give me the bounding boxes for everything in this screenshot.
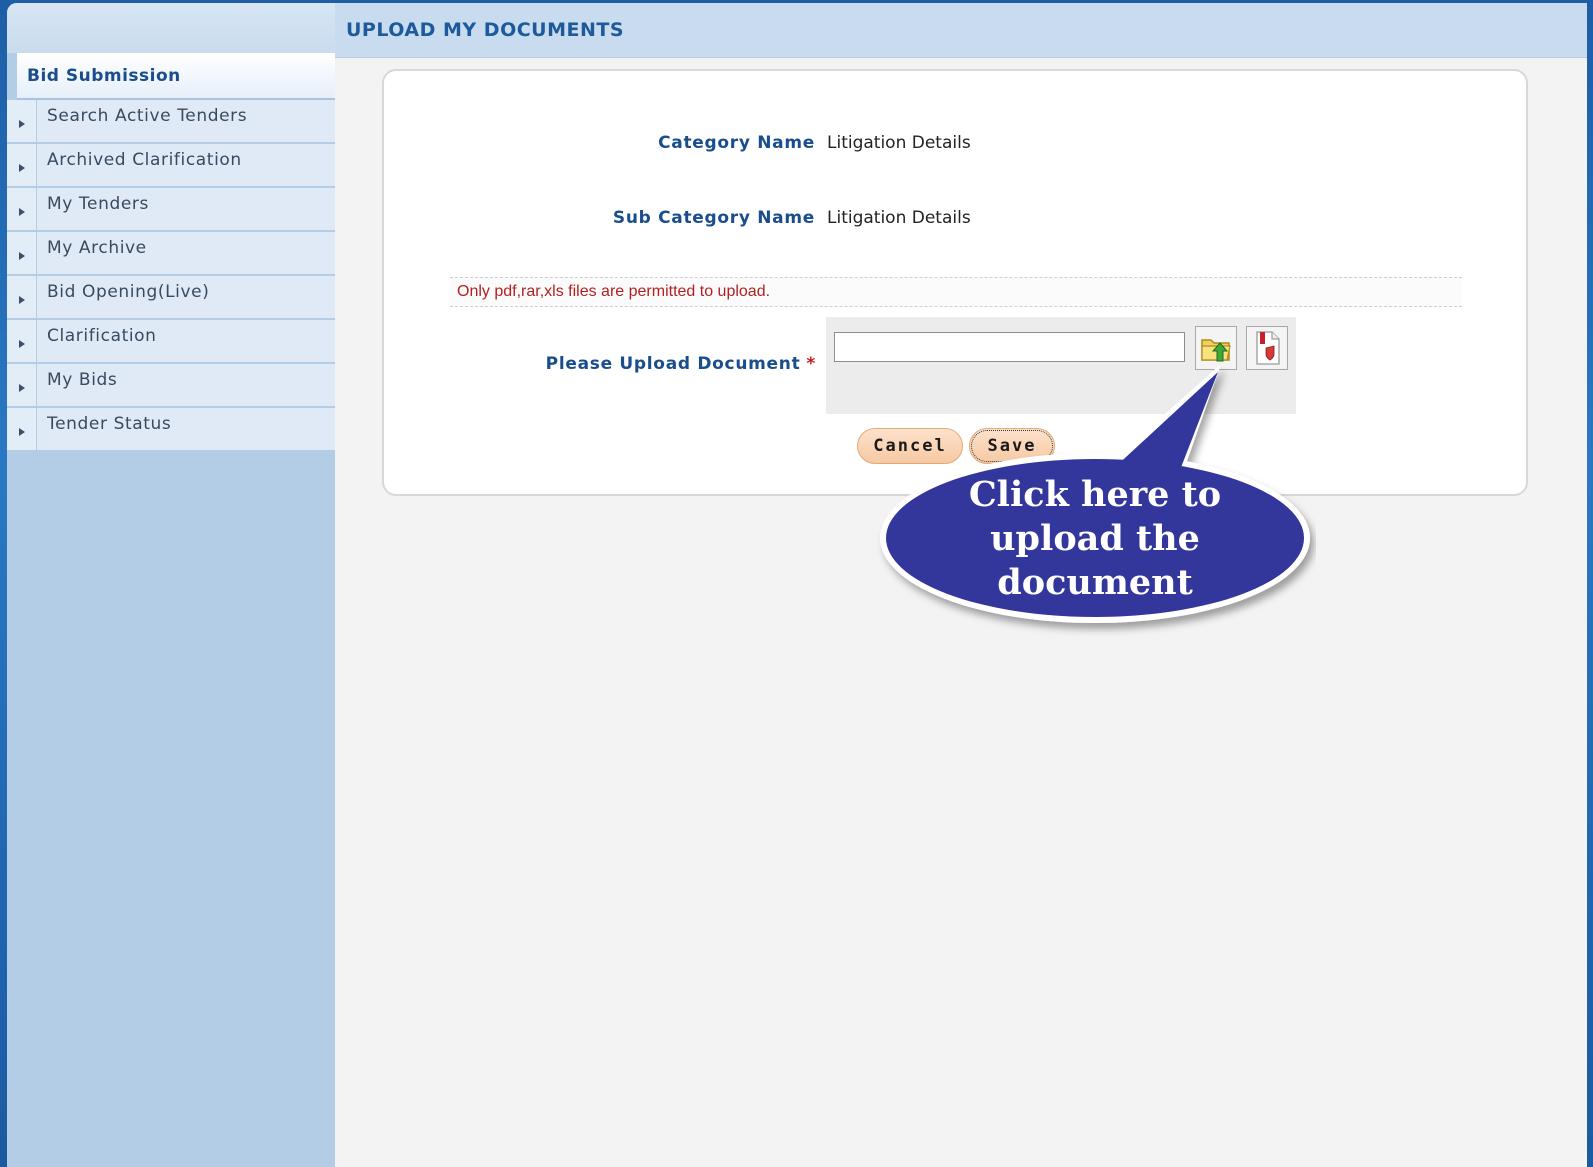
file-type-note: Only pdf,rar,xls files are permitted to …: [457, 283, 771, 300]
sidebar-item-label[interactable]: My Archive: [37, 232, 147, 274]
sidebar-item-label[interactable]: Bid Opening(Live): [37, 276, 209, 318]
sidebar-item-label[interactable]: My Tenders: [37, 188, 149, 230]
file-type-note-bar: Only pdf,rar,xls files are permitted to …: [450, 277, 1462, 307]
required-mark: *: [806, 354, 816, 374]
sub-category-name-value: Litigation Details: [827, 208, 971, 228]
sidebar-item-my-archive[interactable]: My Archive: [7, 232, 335, 276]
arrow-right-icon: [7, 188, 37, 230]
sidebar-item-label[interactable]: Search Active Tenders: [37, 100, 247, 142]
arrow-right-icon: [7, 100, 37, 142]
arrow-right-icon: [7, 144, 37, 186]
category-name-label: Category Name: [658, 133, 815, 153]
sidebar-item-tender-status[interactable]: Tender Status: [7, 408, 335, 452]
sidebar-header: Bid Submission: [17, 53, 335, 100]
sidebar-item-label[interactable]: Archived Clarification: [37, 144, 242, 186]
sidebar-item-label[interactable]: My Bids: [37, 364, 117, 406]
signed-document-icon: [1256, 331, 1280, 365]
sub-category-name-label: Sub Category Name: [612, 208, 815, 228]
arrow-right-icon: [7, 276, 37, 318]
upload-document-label: Please Upload Document *: [484, 354, 816, 374]
sidebar-item-label[interactable]: Clarification: [37, 320, 157, 362]
sidebar: Bid Submission Search Active Tenders Arc…: [7, 3, 335, 1167]
file-path-input[interactable]: [834, 332, 1185, 362]
sidebar-item-label[interactable]: Tender Status: [37, 408, 171, 450]
arrow-right-icon: [7, 232, 37, 274]
folder-upload-icon: [1201, 339, 1231, 362]
page-title: UPLOAD MY DOCUMENTS: [346, 19, 625, 41]
sidebar-item-search-active-tenders[interactable]: Search Active Tenders: [7, 100, 335, 144]
category-name-value: Litigation Details: [827, 133, 971, 153]
arrow-right-icon: [7, 364, 37, 406]
browse-button[interactable]: [1195, 326, 1237, 370]
sign-document-button[interactable]: [1246, 326, 1288, 370]
sidebar-item-archived-clarification[interactable]: Archived Clarification: [7, 144, 335, 188]
sidebar-item-clarification[interactable]: Clarification: [7, 320, 335, 364]
callout-line-1: Click here to: [968, 474, 1222, 515]
arrow-right-icon: [7, 320, 37, 362]
sidebar-top: [7, 3, 335, 53]
upload-document-label-text: Please Upload Document: [545, 354, 801, 374]
callout-line-2: upload the: [990, 518, 1200, 559]
title-bar: UPLOAD MY DOCUMENTS: [335, 3, 1587, 58]
sidebar-item-my-tenders[interactable]: My Tenders: [7, 188, 335, 232]
app-frame: Bid Submission Search Active Tenders Arc…: [7, 3, 1587, 1167]
sidebar-nav: Search Active Tenders Archived Clarifica…: [7, 100, 335, 452]
callout-text: Click here to upload the document: [880, 473, 1310, 605]
arrow-right-icon: [7, 408, 37, 450]
callout-line-3: document: [997, 562, 1193, 603]
sidebar-item-my-bids[interactable]: My Bids: [7, 364, 335, 408]
sidebar-item-bid-opening-live[interactable]: Bid Opening(Live): [7, 276, 335, 320]
